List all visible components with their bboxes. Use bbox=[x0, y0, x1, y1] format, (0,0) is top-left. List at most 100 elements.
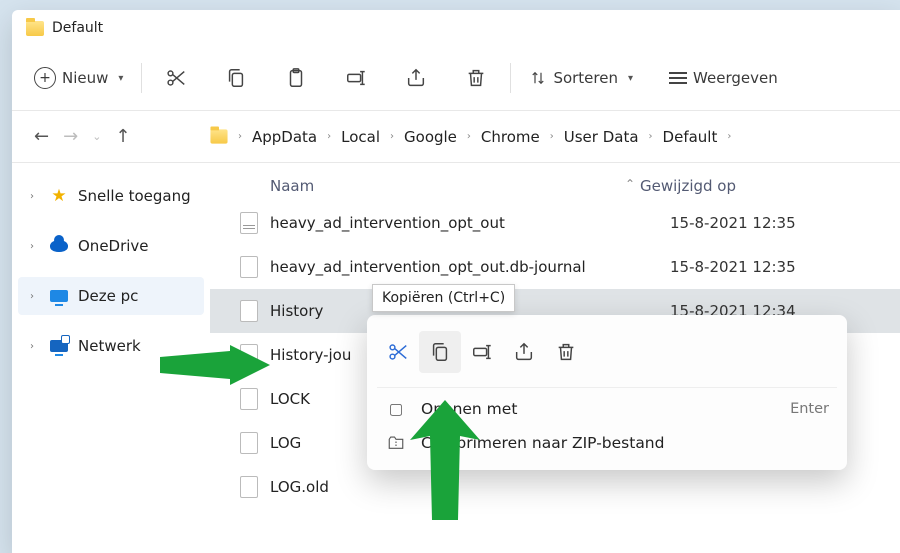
sidebar-item-label: Deze pc bbox=[78, 287, 138, 305]
annotation-arrow bbox=[160, 345, 270, 385]
sidebar-item-label: Netwerk bbox=[78, 337, 141, 355]
file-name: LOG bbox=[270, 434, 301, 452]
trash-icon bbox=[465, 67, 487, 89]
share-icon bbox=[513, 341, 535, 363]
window-title: Default bbox=[52, 20, 103, 36]
file-row[interactable]: heavy_ad_intervention_opt_out 15-8-2021 1… bbox=[210, 201, 900, 245]
view-button[interactable]: Weergeven bbox=[661, 60, 786, 96]
breadcrumb[interactable]: Default› bbox=[663, 128, 732, 146]
recent-dropdown[interactable]: ⌄ bbox=[92, 130, 101, 143]
rename-icon bbox=[345, 67, 367, 89]
sidebar-item-label: Snelle toegang bbox=[78, 187, 191, 205]
context-rename-button[interactable] bbox=[461, 331, 503, 373]
copy-icon bbox=[429, 341, 451, 363]
copy-button[interactable] bbox=[212, 60, 260, 96]
sidebar-item-onedrive[interactable]: › OneDrive bbox=[18, 227, 204, 265]
paste-button[interactable] bbox=[272, 60, 320, 96]
address-bar[interactable]: › AppData› Local› Google› Chrome› User D… bbox=[210, 128, 900, 146]
navigation-row: ← → ⌄ ↑ › AppData› Local› Google› Chrome… bbox=[12, 111, 900, 163]
open-icon: ▢ bbox=[385, 400, 407, 418]
separator bbox=[377, 387, 837, 388]
delete-button[interactable] bbox=[452, 60, 500, 96]
view-label: Weergeven bbox=[693, 69, 778, 87]
column-header-name[interactable]: Naam bbox=[240, 177, 640, 195]
chevron-right-icon: › bbox=[30, 341, 40, 352]
breadcrumb[interactable]: Local› bbox=[341, 128, 394, 146]
column-headers: Naam Gewijzigd op bbox=[210, 163, 900, 201]
chevron-right-icon: › bbox=[30, 191, 40, 202]
chevron-right-icon: › bbox=[30, 291, 40, 302]
sidebar-item-label: OneDrive bbox=[78, 237, 149, 255]
chevron-right-icon: › bbox=[30, 241, 40, 252]
share-icon bbox=[405, 67, 427, 89]
rename-button[interactable] bbox=[332, 60, 380, 96]
file-date: 15-8-2021 12:35 bbox=[670, 214, 796, 232]
breadcrumb[interactable]: User Data› bbox=[564, 128, 653, 146]
chevron-down-icon: ▾ bbox=[118, 73, 123, 84]
cloud-icon bbox=[50, 237, 68, 255]
context-menu-icon-row bbox=[367, 325, 847, 383]
file-name: History-jou bbox=[270, 346, 351, 364]
chevron-right-icon: › bbox=[238, 131, 242, 142]
nav-buttons: ← → ⌄ ↑ bbox=[12, 126, 210, 147]
file-name: History bbox=[270, 302, 323, 320]
new-label: Nieuw bbox=[62, 69, 108, 87]
sort-button[interactable]: Sorteren ▾ bbox=[521, 60, 641, 96]
folder-icon bbox=[26, 21, 44, 36]
sort-label: Sorteren bbox=[553, 69, 618, 87]
new-button[interactable]: + Nieuw ▾ bbox=[26, 60, 131, 96]
titlebar: Default bbox=[12, 10, 900, 46]
column-header-modified[interactable]: Gewijzigd op bbox=[640, 177, 736, 195]
separator bbox=[141, 63, 142, 93]
sidebar-item-quick-access[interactable]: › ★ Snelle toegang bbox=[18, 177, 204, 215]
breadcrumb[interactable]: Chrome› bbox=[481, 128, 554, 146]
file-name: LOG.old bbox=[270, 478, 329, 496]
tooltip: Kopiëren (Ctrl+C) bbox=[372, 284, 515, 312]
file-name: heavy_ad_intervention_opt_out bbox=[270, 214, 505, 232]
folder-icon bbox=[210, 129, 227, 143]
file-date: 15-8-2021 12:35 bbox=[670, 258, 796, 276]
monitor-icon bbox=[50, 287, 68, 305]
scissors-icon bbox=[165, 67, 187, 89]
context-copy-button[interactable] bbox=[419, 331, 461, 373]
file-icon bbox=[240, 212, 258, 234]
plus-icon: + bbox=[34, 67, 56, 89]
back-button[interactable]: ← bbox=[34, 126, 49, 147]
trash-icon bbox=[555, 341, 577, 363]
sidebar-item-this-pc[interactable]: › Deze pc bbox=[18, 277, 204, 315]
star-icon: ★ bbox=[50, 187, 68, 205]
file-icon bbox=[240, 432, 258, 454]
file-row[interactable]: heavy_ad_intervention_opt_out.db-journal… bbox=[210, 245, 900, 289]
breadcrumb[interactable]: Google› bbox=[404, 128, 471, 146]
annotation-arrow bbox=[410, 400, 480, 520]
network-icon bbox=[50, 337, 68, 355]
share-button[interactable] bbox=[392, 60, 440, 96]
file-name: heavy_ad_intervention_opt_out.db-journal bbox=[270, 258, 586, 276]
cut-button[interactable] bbox=[152, 60, 200, 96]
file-row[interactable]: LOG.old bbox=[210, 465, 900, 509]
breadcrumb[interactable]: AppData› bbox=[252, 128, 331, 146]
context-cut-button[interactable] bbox=[377, 331, 419, 373]
context-share-button[interactable] bbox=[503, 331, 545, 373]
chevron-down-icon: ▾ bbox=[628, 73, 633, 84]
file-icon bbox=[240, 476, 258, 498]
zip-icon bbox=[385, 434, 407, 452]
sidebar: › ★ Snelle toegang › OneDrive › Deze pc … bbox=[12, 163, 210, 509]
file-icon bbox=[240, 388, 258, 410]
toolbar: + Nieuw ▾ Sorteren ▾ bbox=[12, 46, 900, 111]
view-icon bbox=[669, 72, 687, 84]
file-list: Naam Gewijzigd op ⌃ heavy_ad_interventio… bbox=[210, 163, 900, 509]
sort-indicator-icon: ⌃ bbox=[625, 177, 635, 191]
paste-icon bbox=[285, 67, 307, 89]
sort-icon bbox=[529, 69, 547, 87]
up-button[interactable]: ↑ bbox=[115, 126, 130, 147]
file-name: LOCK bbox=[270, 390, 310, 408]
scissors-icon bbox=[387, 341, 409, 363]
rename-icon bbox=[471, 341, 493, 363]
forward-button[interactable]: → bbox=[63, 126, 78, 147]
separator bbox=[510, 63, 511, 93]
file-icon bbox=[240, 256, 258, 278]
context-delete-button[interactable] bbox=[545, 331, 587, 373]
copy-icon bbox=[225, 67, 247, 89]
file-icon bbox=[240, 300, 258, 322]
